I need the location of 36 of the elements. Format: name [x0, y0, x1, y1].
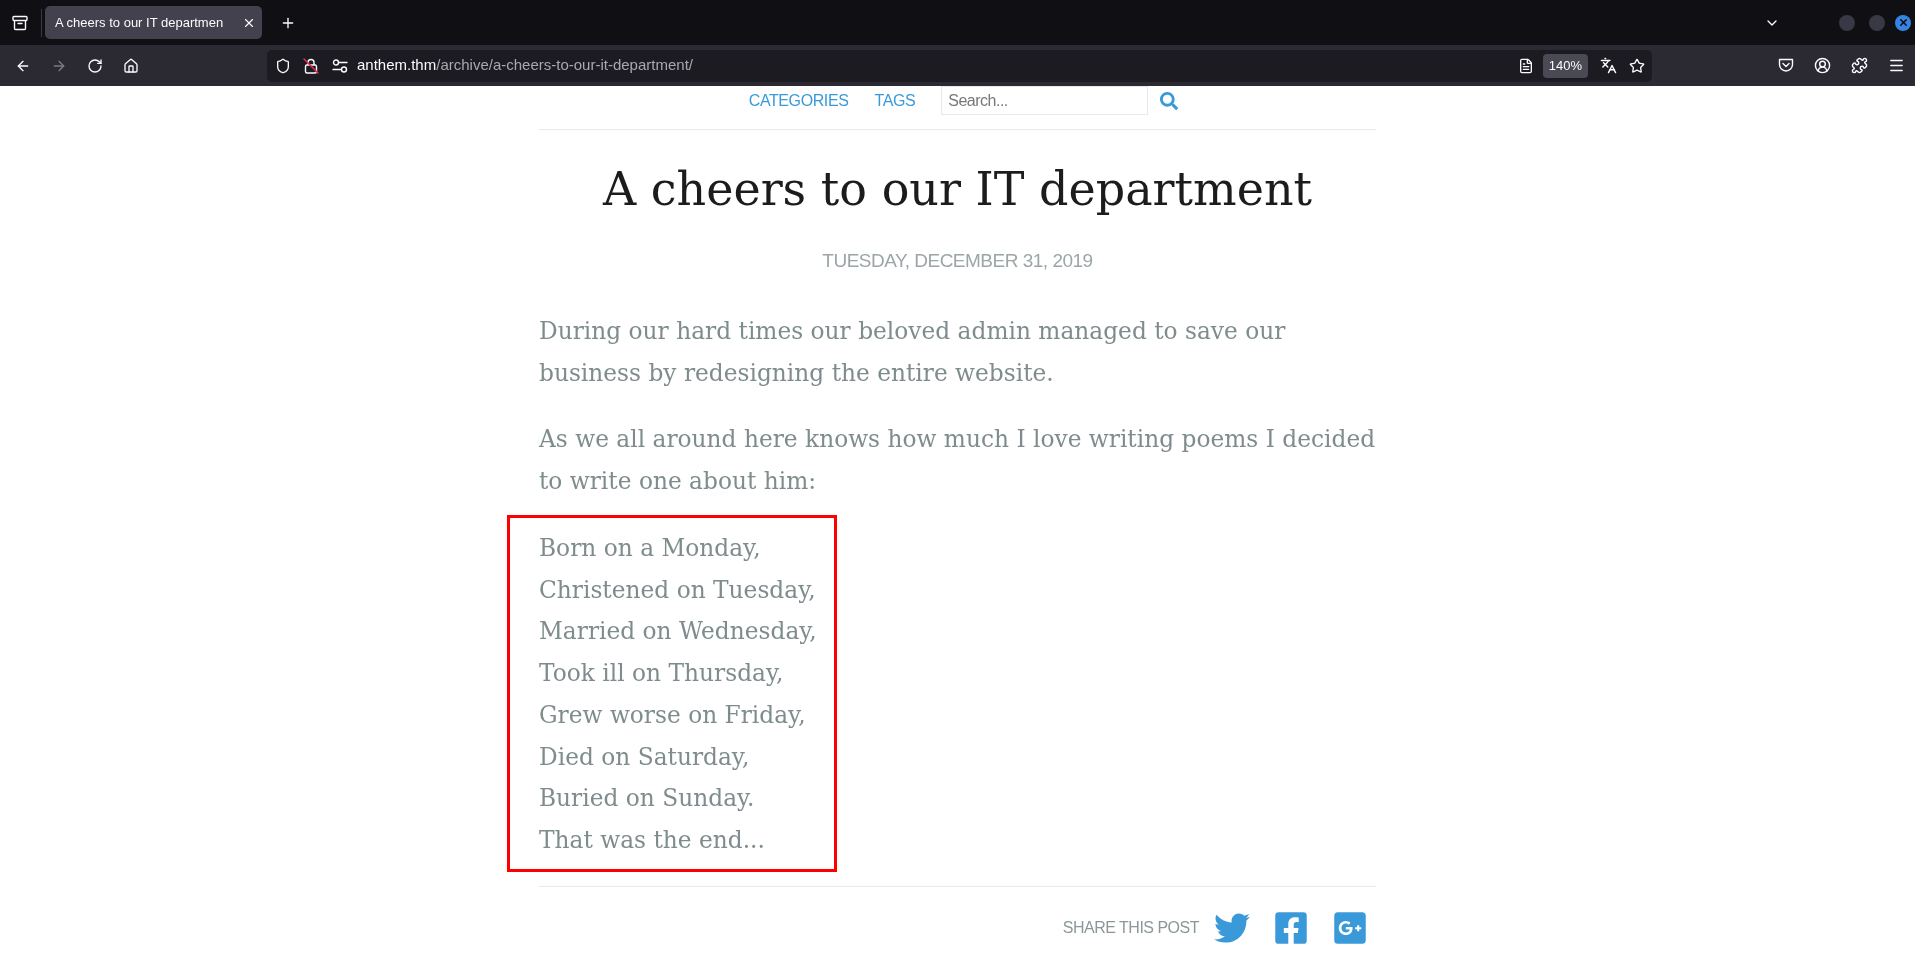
address-bar[interactable]: anthem.thm/archive/a-cheers-to-our-it-department/ 140%	[267, 49, 1652, 82]
star-icon[interactable]	[1629, 57, 1645, 74]
poem-line: Married on Wednesday,	[539, 616, 818, 647]
poem-line: Grew worse on Friday,	[539, 699, 807, 730]
pocket-icon[interactable]	[1778, 58, 1794, 73]
poem-line: Christened on Tuesday,	[539, 574, 817, 605]
zoom-button[interactable]: 140%	[1542, 53, 1588, 78]
shield-icon[interactable]	[275, 57, 291, 74]
browser-tab[interactable]: A cheers to our IT departmen	[45, 6, 262, 39]
post-paragraph: During our hard times our beloved admin managed to save our business by redesigning the entire website.	[539, 316, 1287, 388]
menu-icon[interactable]	[1888, 57, 1905, 74]
lock-slash-icon[interactable]	[303, 57, 319, 74]
poem-line: Died on Saturday,	[539, 741, 751, 772]
poem-line: Took ill on Thursday,	[539, 658, 785, 689]
reload-icon[interactable]	[87, 57, 103, 74]
reader-view-icon[interactable]	[1517, 57, 1534, 74]
search-icon[interactable]	[1160, 91, 1179, 110]
post-title: A cheers to our IT department	[601, 161, 1314, 218]
post-date: TUESDAY, DECEMBER 31, 2019	[821, 249, 1094, 273]
home-icon[interactable]	[123, 57, 139, 74]
close-window-icon[interactable]	[1895, 14, 1911, 31]
post-paragraph: As we all around here knows how much I love writing poems I decided to write one about him:	[539, 424, 1376, 496]
search-field[interactable]: Search...	[941, 86, 1149, 115]
tab-title: A cheers to our IT departmen	[55, 13, 224, 32]
extensions-icon[interactable]	[1851, 57, 1868, 74]
archive-box-icon[interactable]	[12, 14, 28, 31]
poem-line: That was the end...	[539, 824, 766, 855]
poem-line: Buried on Sunday.	[539, 783, 756, 814]
f-logo-icon[interactable]	[1273, 909, 1309, 946]
url-text: anthem.thm/archive/a-cheers-to-our-it-department/	[357, 55, 693, 76]
translate-icon[interactable]	[1600, 57, 1617, 74]
sliders-icon[interactable]	[332, 58, 348, 73]
account-icon[interactable]	[1814, 57, 1831, 74]
g-plus-logo-icon[interactable]	[1332, 909, 1368, 946]
poem-line: Born on a Monday,	[539, 533, 762, 563]
share-label: SHARE THIS POST	[1062, 917, 1199, 938]
